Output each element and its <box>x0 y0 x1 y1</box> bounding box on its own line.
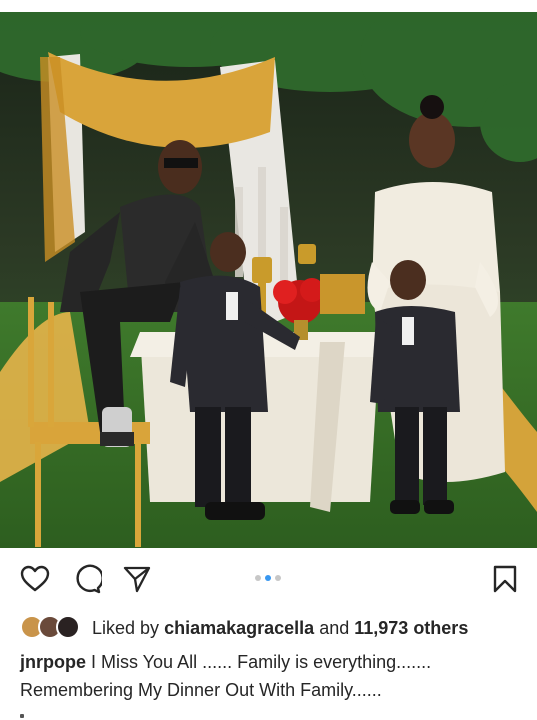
likes-summary: Liked by chiamakagracella and 11,973 oth… <box>92 618 468 639</box>
post-action-bar <box>0 556 537 600</box>
liker-avatars[interactable] <box>20 614 84 642</box>
carousel-dot <box>255 575 261 581</box>
family-photo-illustration <box>0 12 537 548</box>
avatar <box>56 615 80 639</box>
likes-prefix: Liked by <box>92 617 160 638</box>
send-icon[interactable] <box>122 564 152 594</box>
carousel-dot <box>275 575 281 581</box>
bookmark-icon[interactable] <box>490 564 520 594</box>
status-strip <box>0 0 537 12</box>
caption-username-link[interactable]: jnrpope <box>20 652 86 672</box>
more-indicator <box>20 714 24 718</box>
likes-conjunction: and <box>319 617 350 638</box>
caption-text-2: Remembering My Dinner Out With Family...… <box>20 680 382 700</box>
post-photo[interactable] <box>0 12 537 548</box>
comment-icon[interactable] <box>72 564 104 594</box>
carousel-indicator <box>255 574 281 582</box>
likes-row: Liked by chiamakagracella and 11,973 oth… <box>20 614 530 642</box>
caption-text-1: I Miss You All ...... Family is everythi… <box>91 652 432 672</box>
caption-line-1: jnrpope I Miss You All ...... Family is … <box>20 648 525 676</box>
post-caption: jnrpope I Miss You All ...... Family is … <box>20 648 525 704</box>
likes-count-link[interactable]: 11,973 others <box>354 618 468 638</box>
carousel-dot-active <box>265 575 271 581</box>
heart-icon[interactable] <box>20 564 50 594</box>
liker-username-link[interactable]: chiamakagracella <box>164 618 314 638</box>
